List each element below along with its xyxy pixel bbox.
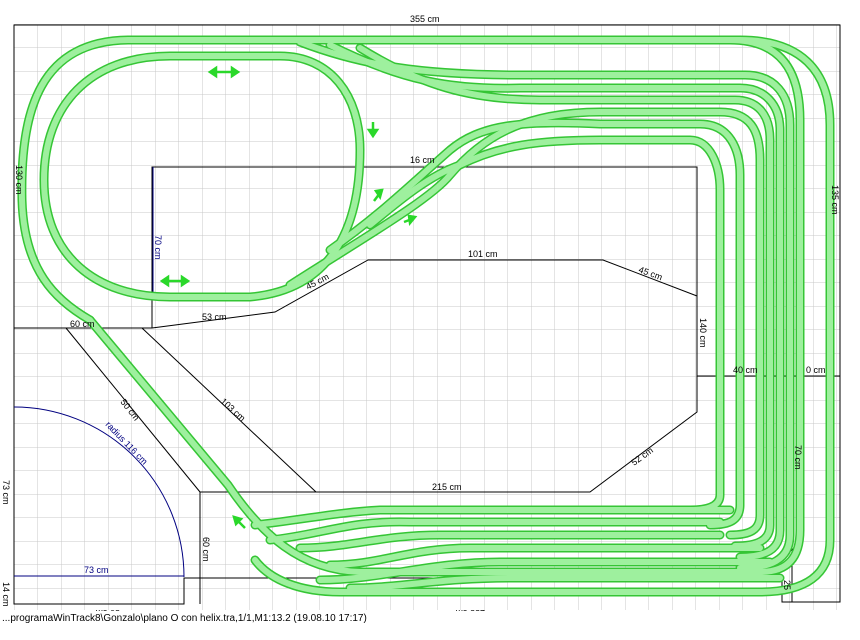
dim-right-25: 25 — [782, 580, 792, 590]
dim-right-70: 70 cm — [793, 445, 803, 470]
track-plan-canvas: 355 cm 130 cm 135 cm 70 cm 60 cm 53 cm 4… — [1, 14, 841, 618]
dim-seg-60-vertical: 60 cm — [201, 537, 211, 562]
dim-right-height: 135 cm — [830, 185, 840, 215]
dim-left-height: 130 cm — [14, 165, 24, 195]
dim-helix-small: 16 cm — [410, 155, 435, 165]
dim-seg-53: 53 cm — [202, 312, 227, 322]
dim-seg-140: 140 cm — [698, 318, 708, 348]
dim-seg-60: 60 cm — [70, 319, 95, 329]
dim-seg-0: 0 cm — [806, 365, 826, 375]
dim-left-14: 14 cm — [1, 582, 11, 607]
dim-seg-215: 215 cm — [432, 482, 462, 492]
dim-top-width: 355 cm — [410, 14, 440, 24]
dim-seg-101: 101 cm — [468, 249, 498, 259]
status-bar: ...programaWinTrack8\Gonzalo\plano O con… — [0, 611, 860, 627]
dim-bottom-73: 73 cm — [84, 565, 109, 575]
dim-seg-40: 40 cm — [733, 365, 758, 375]
dim-inner-70: 70 cm — [153, 235, 163, 260]
dim-left-73: 73 cm — [1, 480, 11, 505]
